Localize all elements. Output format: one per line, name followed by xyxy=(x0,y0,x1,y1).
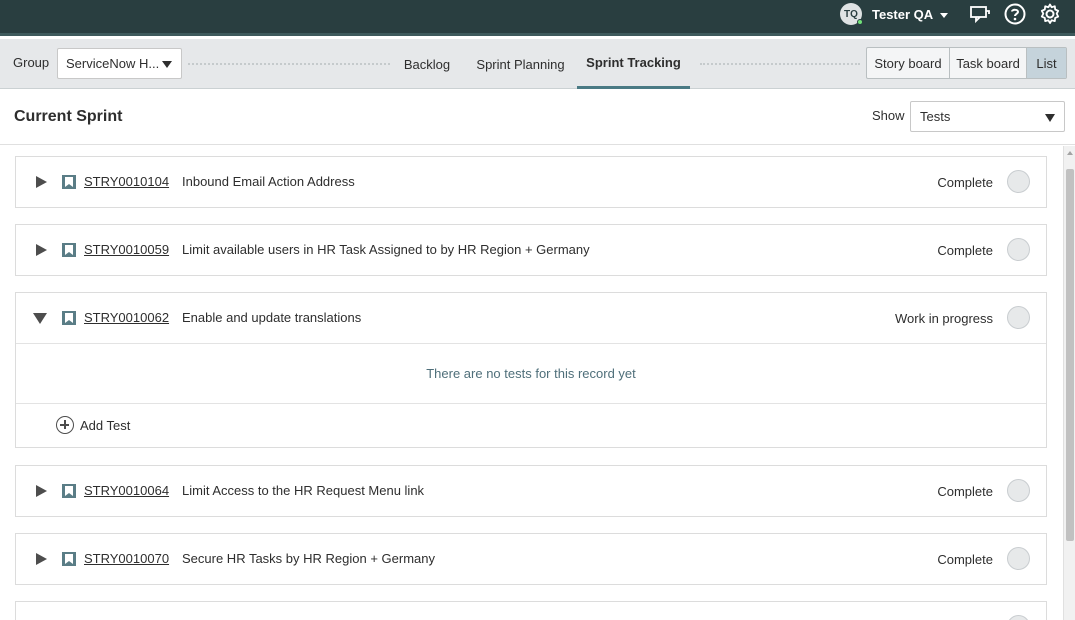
story-row: STRY0010070 Secure HR Tasks by HR Region… xyxy=(16,534,1046,584)
group-select[interactable]: ServiceNow H... xyxy=(57,48,182,79)
story-list: STRY0010104 Inbound Email Action Address… xyxy=(0,146,1063,620)
story-row: STRY0010059 Limit available users in HR … xyxy=(16,225,1046,275)
user-name[interactable]: Tester QA xyxy=(872,7,933,22)
story-number-link[interactable]: STRY0010064 xyxy=(84,483,169,498)
caret-down-icon xyxy=(162,61,172,68)
status-circle[interactable] xyxy=(1007,615,1030,620)
story-number-link[interactable]: STRY0010070 xyxy=(84,551,169,566)
view-switcher: Story board Task board List xyxy=(866,47,1067,79)
scrollbar-thumb[interactable] xyxy=(1066,169,1074,541)
story-number-link[interactable]: STRY0010062 xyxy=(84,310,169,325)
page-title: Current Sprint xyxy=(14,108,123,125)
chat-icon[interactable] xyxy=(968,2,992,26)
status-circle[interactable] xyxy=(1007,170,1030,193)
task-board-button[interactable]: Task board xyxy=(950,48,1027,78)
divider xyxy=(188,63,390,65)
add-test-label[interactable]: Add Test xyxy=(80,418,130,433)
story-card-expanded: STRY0010062 Enable and update translatio… xyxy=(15,292,1047,448)
story-card: STRY0010059 Limit available users in HR … xyxy=(15,224,1047,276)
caret-down-icon xyxy=(1045,114,1055,122)
story-board-button[interactable]: Story board xyxy=(867,48,950,78)
group-select-value: ServiceNow H... xyxy=(66,56,160,71)
add-circle-icon[interactable] xyxy=(56,416,74,434)
expand-arrow-icon[interactable] xyxy=(36,485,47,497)
gear-icon[interactable] xyxy=(1038,2,1062,26)
tab-backlog[interactable]: Backlog xyxy=(394,39,460,89)
button-label: Task board xyxy=(956,55,1020,71)
tab-label: Sprint Planning xyxy=(476,56,565,72)
agile-toolbar: Group ServiceNow H... Backlog Sprint Pla… xyxy=(0,39,1075,89)
status-circle[interactable] xyxy=(1007,547,1030,570)
top-header: TQ Tester QA xyxy=(0,0,1075,36)
tab-sprint-tracking[interactable]: Sprint Tracking xyxy=(577,39,690,89)
show-label: Show xyxy=(872,108,905,123)
story-title: Enable and update translations xyxy=(182,310,362,325)
story-card: STRY0010070 Secure HR Tasks by HR Region… xyxy=(15,533,1047,585)
sprint-titlebar: Current Sprint Show Tests xyxy=(0,90,1075,145)
story-card-partial xyxy=(15,601,1047,620)
status-circle[interactable] xyxy=(1007,238,1030,261)
story-title: Limit available users in HR Task Assigne… xyxy=(182,242,590,257)
scroll-up-icon[interactable] xyxy=(1067,151,1073,155)
story-row: STRY0010064 Limit Access to the HR Reque… xyxy=(16,466,1046,516)
story-state: Complete xyxy=(937,552,993,567)
story-title: Secure HR Tasks by HR Region + Germany xyxy=(182,551,435,566)
bookmark-icon xyxy=(62,552,76,566)
status-circle[interactable] xyxy=(1007,479,1030,502)
button-label: Story board xyxy=(874,55,942,71)
story-state: Work in progress xyxy=(894,311,993,326)
caret-down-icon[interactable] xyxy=(940,12,949,18)
presence-indicator xyxy=(857,19,863,25)
bookmark-icon xyxy=(62,311,76,325)
button-label: List xyxy=(1036,55,1057,71)
tab-label: Backlog xyxy=(403,56,451,72)
bookmark-icon xyxy=(62,484,76,498)
story-row: STRY0010062 Enable and update translatio… xyxy=(16,293,1046,343)
list-button[interactable]: List xyxy=(1027,48,1066,78)
help-icon[interactable] xyxy=(1003,2,1027,26)
bookmark-icon xyxy=(62,175,76,189)
avatar-initials: TQ xyxy=(844,8,858,20)
story-number-link[interactable]: STRY0010059 xyxy=(84,242,169,257)
scrollbar[interactable] xyxy=(1063,146,1075,620)
show-select-value: Tests xyxy=(920,109,951,124)
story-card: STRY0010104 Inbound Email Action Address… xyxy=(15,156,1047,208)
story-state: Complete xyxy=(937,243,993,258)
story-card: STRY0010064 Limit Access to the HR Reque… xyxy=(15,465,1047,517)
group-label: Group xyxy=(13,55,50,70)
empty-message-text: There are no tests for this record yet xyxy=(426,366,636,381)
status-circle[interactable] xyxy=(1007,306,1030,329)
story-state: Complete xyxy=(937,484,993,499)
expand-arrow-icon[interactable] xyxy=(36,244,47,256)
story-number-link[interactable]: STRY0010104 xyxy=(84,174,169,189)
bookmark-icon xyxy=(62,243,76,257)
tab-sprint-planning[interactable]: Sprint Planning xyxy=(466,39,575,89)
story-title: Inbound Email Action Address xyxy=(182,174,355,189)
story-state: Complete xyxy=(937,175,993,190)
show-select[interactable]: Tests xyxy=(910,101,1065,132)
story-row: STRY0010104 Inbound Email Action Address… xyxy=(16,157,1046,207)
tab-label: Sprint Tracking xyxy=(586,55,681,70)
expand-arrow-icon[interactable] xyxy=(36,176,47,188)
story-title: Limit Access to the HR Request Menu link xyxy=(182,483,425,498)
empty-tests-message: There are no tests for this record yet xyxy=(16,343,1046,403)
avatar[interactable]: TQ xyxy=(840,3,863,25)
divider xyxy=(700,63,860,65)
user-menu[interactable]: TQ Tester QA xyxy=(840,3,949,25)
collapse-arrow-icon[interactable] xyxy=(33,313,47,324)
expand-arrow-icon[interactable] xyxy=(36,553,47,565)
add-test-button[interactable]: Add Test xyxy=(16,403,1046,447)
